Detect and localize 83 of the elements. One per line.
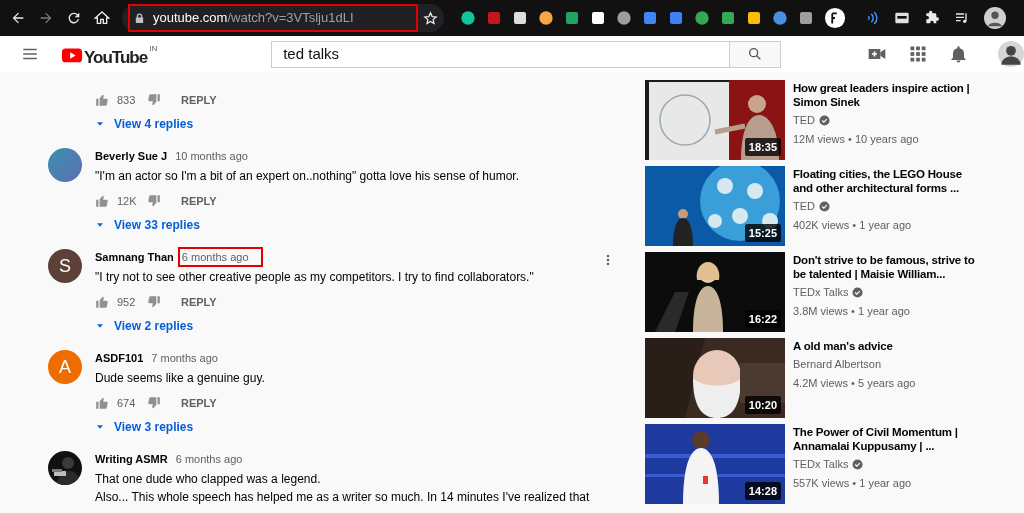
comment-text: That one dude who clapped was a legend. (95, 471, 322, 488)
reply-button[interactable]: REPLY (179, 293, 219, 311)
thumbs-up-icon[interactable] (95, 295, 109, 309)
comment-text: "I try not to see other creative people as my competitors. I try to find collaborators." (95, 269, 535, 286)
forward-icon[interactable] (38, 10, 54, 26)
comment-text: Dude seems like a genuine guy. (95, 370, 266, 387)
extension-icon[interactable] (824, 7, 846, 29)
comment-time[interactable]: 6 months ago (177, 246, 263, 268)
lock-icon (134, 12, 145, 24)
search-icon (747, 46, 763, 62)
video-meta: 12M views • 10 years ago (793, 131, 920, 147)
url-text: youtube.com/watch?v=3VTslju1dLI (153, 9, 354, 28)
video-meta: 402K views • 1 year ago (793, 217, 913, 233)
star-icon[interactable] (423, 10, 438, 26)
extension-icon[interactable] (512, 10, 528, 26)
region-label: IN (149, 43, 158, 56)
comment-time[interactable]: 10 months ago (171, 145, 252, 167)
playlist-icon[interactable] (954, 10, 970, 26)
extension-icon[interactable] (616, 10, 632, 26)
letter-avatar: S (48, 249, 82, 283)
letter-avatar: A (48, 350, 82, 384)
thumbs-down-icon[interactable] (147, 295, 161, 309)
channel-name[interactable]: TEDx Talks (793, 284, 849, 301)
extension-icon[interactable] (746, 10, 762, 26)
extension-icon[interactable] (720, 10, 736, 26)
extension-icon[interactable] (798, 10, 814, 26)
extension-icon[interactable] (894, 10, 910, 26)
like-count: 952 (117, 294, 137, 310)
extension-icon[interactable] (564, 10, 580, 26)
reply-button[interactable]: REPLY (179, 192, 219, 210)
url-field[interactable]: youtube.com/watch?v=3VTslju1dLI (128, 4, 418, 32)
extension-icon[interactable] (460, 10, 476, 26)
extension-icon[interactable] (590, 10, 606, 26)
video-meta: 557K views • 1 year ago (793, 475, 913, 491)
view-replies-link[interactable]: View 2 replies (95, 314, 194, 338)
like-count: 674 (117, 395, 137, 411)
thumbs-up-icon[interactable] (95, 93, 109, 107)
thumbs-up-icon[interactable] (95, 396, 109, 410)
search-field[interactable]: ted talks (271, 40, 730, 68)
video-meta: 3.8M views • 1 year ago (793, 303, 911, 319)
profile-avatar-icon[interactable] (998, 41, 1024, 67)
comment-author[interactable]: ASDF101 (95, 349, 144, 367)
comment-author[interactable]: Beverly Sue J (95, 147, 168, 165)
thumbs-up-icon[interactable] (95, 194, 109, 208)
comment-text: "I'm an actor so I'm a bit of an expert on..nothing" gotta love his sense of humor. (95, 168, 520, 185)
comment-author[interactable]: Writing ASMR (95, 450, 168, 468)
view-replies-link[interactable]: View 4 replies (95, 112, 194, 136)
reply-button[interactable]: REPLY (179, 394, 219, 412)
bell-icon[interactable] (949, 44, 968, 64)
comment-time[interactable]: 7 months ago (147, 347, 222, 369)
back-icon[interactable] (10, 10, 26, 26)
extension-icon[interactable] (694, 10, 710, 26)
home-icon[interactable] (94, 10, 110, 26)
logo-text[interactable]: YouTube (84, 45, 148, 71)
view-replies-link[interactable]: View 3 replies (95, 415, 194, 439)
video-title[interactable]: A old man's advice (793, 339, 978, 353)
video-meta: 4.2M views • 5 years ago (793, 375, 917, 391)
thumbs-down-icon[interactable] (147, 93, 161, 107)
comment-author[interactable]: Samnang Than (95, 248, 174, 266)
channel-name[interactable]: TEDx Talks (793, 456, 849, 473)
channel-name[interactable]: Bernard Albertson (793, 356, 882, 373)
channel-name[interactable]: TED (793, 112, 815, 129)
video-title[interactable]: Floating cities, the LEGO House and other architectural forms ... (793, 167, 978, 195)
extension-icon[interactable] (538, 10, 554, 26)
puzzle-icon[interactable] (924, 10, 940, 26)
profile-avatar-icon[interactable] (984, 7, 1006, 29)
video-title[interactable]: The Power of Civil Momentum | Annamalai Kuppusamy | ... (793, 425, 978, 453)
search-button[interactable] (730, 40, 781, 68)
apps-grid-icon[interactable] (909, 45, 927, 63)
broadcast-icon[interactable] (866, 11, 880, 25)
view-replies-link[interactable]: View 33 replies (95, 213, 200, 237)
comment-text: Also... This whole speech has helped me as a writer so much. In 14 minutes I've realized that (95, 489, 591, 506)
reload-icon[interactable] (66, 10, 82, 26)
reply-button[interactable]: REPLY (179, 91, 219, 109)
extension-icon[interactable] (772, 10, 788, 26)
channel-name[interactable]: TED (793, 198, 815, 215)
comment-time[interactable]: 6 months ago (171, 448, 247, 470)
like-count: 12K (117, 193, 138, 209)
like-count: 833 (117, 92, 137, 108)
thumbs-down-icon[interactable] (147, 396, 161, 410)
video-title[interactable]: Don't strive to be famous, strive to be talented | Maisie William... (793, 253, 978, 281)
thumbs-down-icon[interactable] (147, 194, 161, 208)
video-title[interactable]: How great leaders inspire action | Simon Sinek (793, 81, 978, 109)
